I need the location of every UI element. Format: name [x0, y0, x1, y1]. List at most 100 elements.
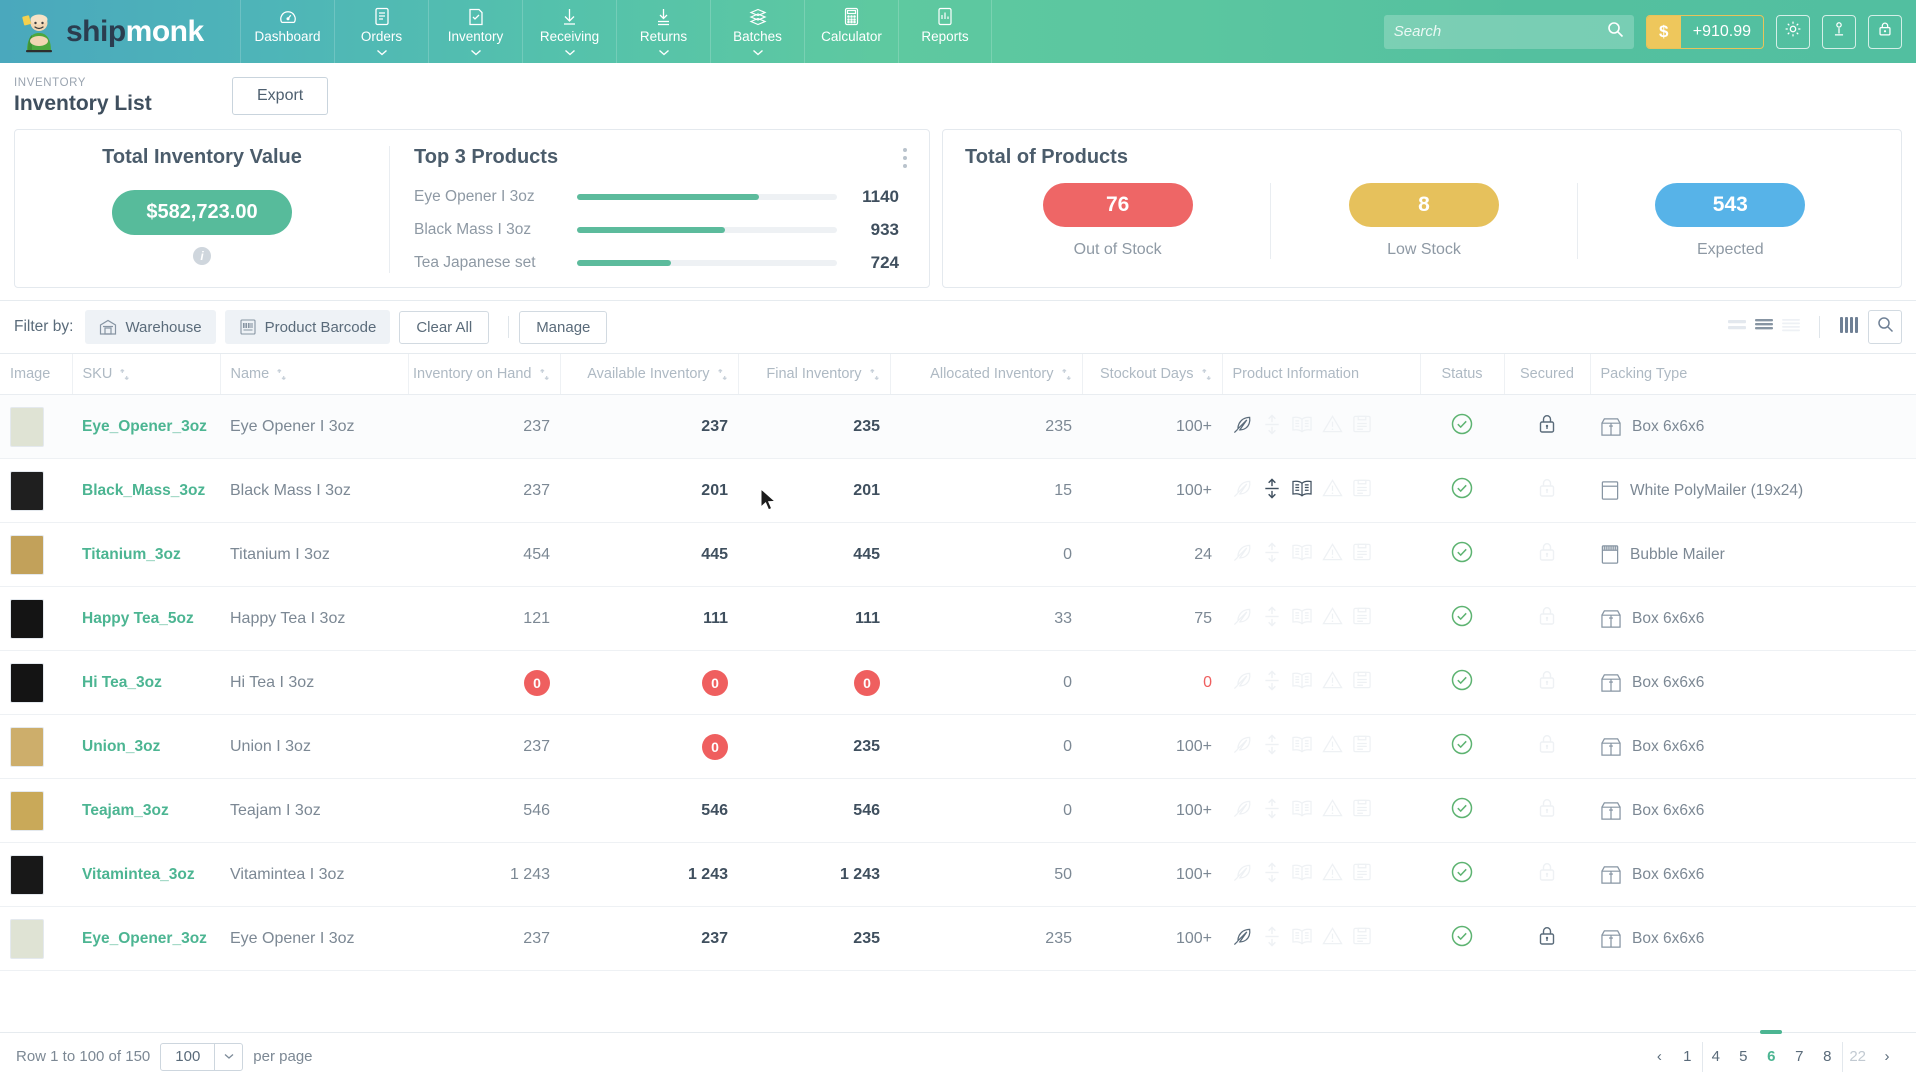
split-icon[interactable] — [1262, 606, 1282, 632]
cell-sku[interactable]: Black_Mass_3oz — [72, 459, 220, 523]
note-icon[interactable] — [1352, 926, 1372, 951]
cell-sku[interactable]: Vitamintea_3oz — [72, 843, 220, 907]
nav-item-orders[interactable]: Orders — [334, 0, 428, 63]
column-header-stockout[interactable]: Stockout Days — [1082, 354, 1222, 395]
warning-icon[interactable] — [1322, 414, 1343, 439]
sort-icon[interactable] — [1061, 368, 1072, 381]
table-search-button[interactable] — [1868, 310, 1902, 344]
pagination-page[interactable]: 22 — [1842, 1042, 1872, 1072]
table-row[interactable]: Happy Tea_5ozHappy Tea I 3oz121111111337… — [0, 587, 1916, 651]
column-header-available[interactable]: Available Inventory — [560, 354, 738, 395]
lock-icon[interactable] — [1537, 934, 1557, 951]
feather-icon[interactable] — [1232, 414, 1253, 440]
column-header-sku[interactable]: SKU — [72, 354, 220, 395]
nav-item-calculator[interactable]: Calculator — [804, 0, 898, 63]
lock-icon[interactable] — [1537, 486, 1557, 503]
book-icon[interactable] — [1291, 863, 1313, 887]
sku-link[interactable]: Hi Tea_3oz — [82, 674, 162, 691]
table-row[interactable]: Vitamintea_3ozVitamintea I 3oz1 2431 243… — [0, 843, 1916, 907]
table-row[interactable]: Eye_Opener_3ozEye Opener I 3oz2372372352… — [0, 395, 1916, 459]
warning-icon[interactable] — [1322, 862, 1343, 887]
sort-icon[interactable] — [539, 368, 550, 381]
sku-link[interactable]: Vitamintea_3oz — [82, 866, 195, 883]
nav-item-inventory[interactable]: Inventory — [428, 0, 522, 63]
feather-icon[interactable] — [1232, 926, 1253, 952]
feather-icon[interactable] — [1232, 798, 1253, 824]
column-header-allocated[interactable]: Allocated Inventory — [890, 354, 1082, 395]
table-row[interactable]: Black_Mass_3ozBlack Mass I 3oz2372012011… — [0, 459, 1916, 523]
split-icon[interactable] — [1262, 478, 1282, 504]
sku-link[interactable]: Teajam_3oz — [82, 802, 169, 819]
pagination-page[interactable]: 5 — [1730, 1042, 1756, 1072]
export-button[interactable]: Export — [232, 77, 328, 115]
pagination-page[interactable]: 8 — [1814, 1042, 1840, 1072]
pagination-page[interactable]: 4 — [1702, 1042, 1728, 1072]
sort-icon[interactable] — [717, 368, 728, 381]
book-icon[interactable] — [1291, 671, 1313, 695]
column-header-final[interactable]: Final Inventory — [738, 354, 890, 395]
book-icon[interactable] — [1291, 607, 1313, 631]
book-icon[interactable] — [1291, 479, 1313, 503]
manage-button[interactable]: Manage — [519, 311, 607, 344]
density-compact-icon[interactable] — [1728, 318, 1746, 337]
feather-icon[interactable] — [1232, 734, 1253, 760]
warning-icon[interactable] — [1322, 670, 1343, 695]
feather-icon[interactable] — [1232, 862, 1253, 888]
per-page-select[interactable]: 100 — [160, 1043, 243, 1071]
feather-icon[interactable] — [1232, 606, 1253, 632]
sku-link[interactable]: Titanium_3oz — [82, 546, 181, 563]
warning-icon[interactable] — [1322, 542, 1343, 567]
note-icon[interactable] — [1352, 670, 1372, 695]
pagination-page[interactable]: 7 — [1786, 1042, 1812, 1072]
book-icon[interactable] — [1291, 415, 1313, 439]
warning-icon[interactable] — [1322, 478, 1343, 503]
book-icon[interactable] — [1291, 799, 1313, 823]
lock-icon[interactable] — [1537, 614, 1557, 631]
table-row[interactable]: Teajam_3ozTeajam I 3oz5465465460100+Box … — [0, 779, 1916, 843]
filter-chip-warehouse[interactable]: Warehouse — [85, 310, 215, 344]
density-normal-icon[interactable] — [1755, 318, 1773, 337]
split-icon[interactable] — [1262, 670, 1282, 696]
note-icon[interactable] — [1352, 734, 1372, 759]
note-icon[interactable] — [1352, 798, 1372, 823]
warning-icon[interactable] — [1322, 606, 1343, 631]
nav-item-reports[interactable]: Reports — [898, 0, 992, 63]
search-input[interactable] — [1394, 23, 1607, 40]
nav-item-returns[interactable]: Returns — [616, 0, 710, 63]
lock-icon[interactable] — [1537, 678, 1557, 695]
sku-link[interactable]: Union_3oz — [82, 738, 160, 755]
profile-button[interactable] — [1822, 15, 1856, 49]
sku-link[interactable]: Eye_Opener_3oz — [82, 418, 207, 435]
account-balance-button[interactable]: $ +910.99 — [1646, 15, 1764, 49]
warning-icon[interactable] — [1322, 798, 1343, 823]
search-icon[interactable] — [1607, 21, 1624, 43]
clear-all-button[interactable]: Clear All — [399, 311, 489, 344]
sort-icon[interactable] — [119, 368, 130, 381]
info-icon[interactable]: i — [193, 247, 211, 265]
warning-icon[interactable] — [1322, 734, 1343, 759]
nav-item-batches[interactable]: Batches — [710, 0, 804, 63]
note-icon[interactable] — [1352, 478, 1372, 503]
sort-icon[interactable] — [1201, 368, 1212, 381]
pagination-next[interactable]: › — [1874, 1042, 1900, 1072]
lock-icon[interactable] — [1537, 742, 1557, 759]
note-icon[interactable] — [1352, 862, 1372, 887]
table-row[interactable]: Union_3ozUnion I 3oz23702350100+Box 6x6x… — [0, 715, 1916, 779]
cell-sku[interactable]: Titanium_3oz — [72, 523, 220, 587]
security-button[interactable] — [1868, 15, 1902, 49]
split-icon[interactable] — [1262, 862, 1282, 888]
more-vertical-icon[interactable] — [903, 148, 907, 172]
brand-logo[interactable]: shipmonk — [0, 11, 240, 53]
lock-icon[interactable] — [1537, 550, 1557, 567]
book-icon[interactable] — [1291, 927, 1313, 951]
cell-sku[interactable]: Hi Tea_3oz — [72, 651, 220, 715]
sku-link[interactable]: Eye_Opener_3oz — [82, 930, 207, 947]
density-comfortable-icon[interactable] — [1782, 318, 1800, 337]
pagination-page[interactable]: 1 — [1674, 1042, 1700, 1072]
column-header-on_hand[interactable]: Inventory on Hand — [408, 354, 560, 395]
sku-link[interactable]: Happy Tea_5oz — [82, 610, 194, 627]
note-icon[interactable] — [1352, 414, 1372, 439]
inventory-table-wrapper[interactable]: ImageSKUNameInventory on HandAvailable I… — [0, 354, 1916, 1032]
global-search[interactable] — [1384, 15, 1634, 49]
lock-icon[interactable] — [1537, 806, 1557, 823]
